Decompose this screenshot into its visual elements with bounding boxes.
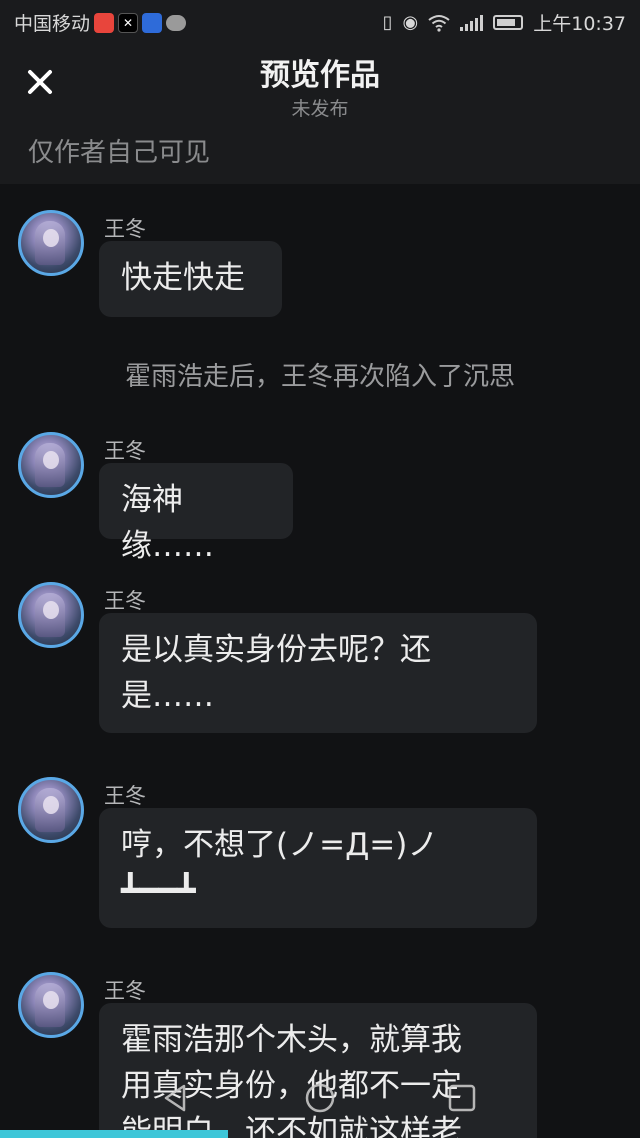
back-icon[interactable]: [160, 1082, 192, 1114]
carrier-label: 中国移动: [14, 13, 91, 35]
message-bubble: 快走快走: [99, 241, 282, 317]
sender-name: 王冬: [104, 589, 146, 613]
home-icon[interactable]: [304, 1082, 336, 1114]
publish-status: 未发布: [291, 98, 349, 120]
message-bubble: 霍雨浩那个木头，就算我 用真实身份，他都不一定 能明白，还不如就这样老: [99, 1003, 537, 1138]
avatar[interactable]: [18, 210, 84, 276]
message-line: 霍雨浩那个木头，就算我: [121, 1022, 462, 1058]
red-app-icon: [94, 12, 115, 33]
page-title: 预览作品: [260, 58, 380, 93]
battery-icon: [493, 15, 524, 30]
visibility-note: 仅作者自己可见: [0, 128, 640, 184]
avatar[interactable]: [18, 972, 84, 1038]
avatar[interactable]: [18, 582, 84, 648]
message-bubble: 哼，不想了(ノ=Д=)ノ ┻━━┻: [99, 808, 537, 928]
recents-icon[interactable]: [446, 1082, 478, 1114]
chat-icon: [166, 14, 187, 31]
avatar[interactable]: [18, 777, 84, 843]
sender-name: 王冬: [104, 217, 146, 241]
reading-progress-bar: [0, 1130, 228, 1138]
message-line: 是……: [121, 678, 214, 714]
message-bubble: 是以真实身份去呢？还 是……: [99, 613, 537, 733]
sender-name: 王冬: [104, 979, 146, 1003]
vibrate-icon: ▯: [382, 12, 393, 33]
message-line: 快走快走: [121, 260, 245, 296]
avatar[interactable]: [18, 432, 84, 498]
message-line: 海神缘……: [121, 482, 214, 564]
signal-icon: [460, 14, 484, 31]
message-line: 是以真实身份去呢？还: [121, 632, 431, 668]
clock: 上午10:37: [533, 13, 626, 35]
eye-icon: ◉: [402, 12, 419, 33]
capcut-icon: ✕: [118, 12, 139, 33]
wifi-icon: [428, 14, 450, 32]
message-line: 哼，不想了(ノ=Д=)ノ: [121, 827, 439, 863]
sender-name: 王冬: [104, 439, 146, 463]
narration-text: 霍雨浩走后，王冬再次陷入了沉思: [124, 362, 515, 392]
story-preview-screen: 中国移动 ✕ ▯ ◉ 上午10:37 预览作品 未发布 仅作者自己可见 王冬 快…: [0, 0, 640, 1138]
baidu-icon: [142, 12, 163, 33]
sender-name: 王冬: [104, 784, 146, 808]
status-bar: 中国移动 ✕ ▯ ◉ 上午10:37: [0, 0, 640, 42]
message-bubble: 海神缘……: [99, 463, 293, 564]
header: 预览作品 未发布: [0, 42, 640, 128]
message-line: ┻━━┻: [121, 873, 196, 909]
